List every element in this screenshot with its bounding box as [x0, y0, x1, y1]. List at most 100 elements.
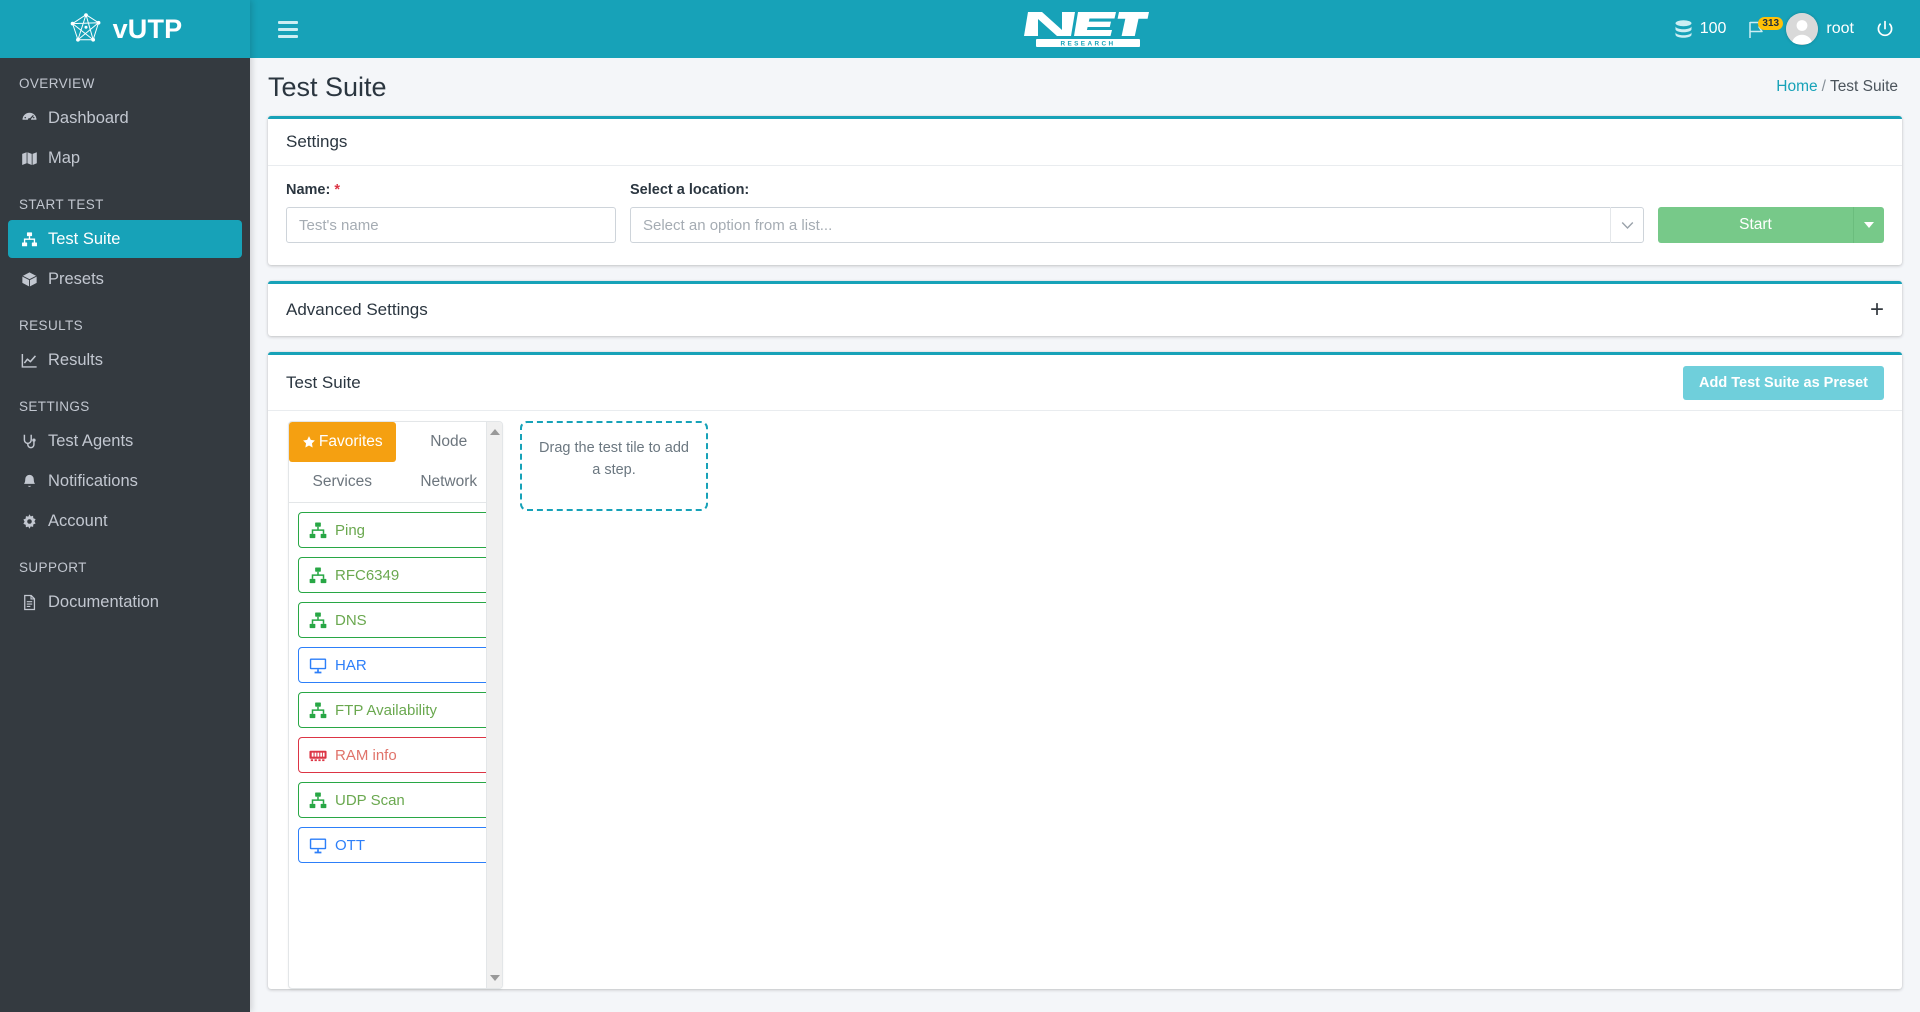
test-tile-dns[interactable]: DNS	[298, 602, 493, 638]
main-content: Test Suite Home / Test Suite Settings Name…	[250, 58, 1920, 1012]
test-tile-label: HAR	[335, 656, 367, 674]
network-graph-icon	[68, 12, 104, 46]
tile-panel-scrollbar[interactable]	[486, 422, 502, 988]
database-icon	[1675, 20, 1692, 38]
sidebar-item-test-suite[interactable]: Test Suite	[8, 220, 242, 258]
caret-down-icon	[1864, 222, 1874, 228]
sidebar-nav: OVERVIEW Dashboard Map START TEST Test Suite…	[0, 58, 250, 621]
sidebar-section-header: RESULTS	[19, 318, 84, 333]
sidebar-item-label: Test Agents	[48, 431, 134, 450]
test-suite-card-header: Test Suite Add Test Suite as Preset	[268, 355, 1902, 411]
test-tile-har[interactable]: HAR	[298, 647, 493, 683]
breadcrumb-home[interactable]: Home	[1776, 78, 1817, 95]
sitemap-icon	[307, 610, 329, 630]
dropzone-text: Drag the test tile to add a step.	[539, 440, 689, 478]
sidebar-item-label: Map	[48, 148, 81, 167]
credits-indicator[interactable]: 100	[1675, 20, 1727, 38]
power-icon	[1876, 20, 1894, 38]
test-tile-ram-info[interactable]: RAM info	[298, 737, 493, 773]
sitemap-icon	[307, 565, 329, 585]
settings-form-row: Name: * Select a location: Select an opt…	[286, 182, 1884, 243]
test-tile-udp-scan[interactable]: UDP Scan	[298, 782, 493, 818]
test-tile-label: OTT	[335, 836, 365, 854]
location-field-group: Select a location: Select an option from…	[630, 182, 1644, 243]
file-text-icon	[19, 592, 39, 612]
sidebar-item-test-agents[interactable]: Test Agents	[8, 422, 242, 460]
star-icon	[302, 435, 316, 449]
user-name: root	[1826, 20, 1854, 37]
plus-icon[interactable]: +	[1870, 298, 1884, 322]
test-tile-label: FTP Availability	[335, 701, 437, 719]
desktop-icon	[307, 655, 329, 675]
dropzone-area: Drag the test tile to add a step.	[503, 421, 1902, 989]
triangle-up-icon[interactable]	[487, 424, 502, 440]
name-label: Name: *	[286, 182, 616, 198]
test-suite-card: Test Suite Add Test Suite as Preset Favo…	[268, 352, 1902, 989]
desktop-icon	[307, 835, 329, 855]
test-tile-label: RAM info	[335, 746, 397, 764]
sidebar-item-results[interactable]: Results	[8, 341, 242, 379]
sidebar-item-label: Presets	[48, 269, 104, 288]
name-input[interactable]	[286, 207, 616, 243]
brand-name: vUTP	[112, 13, 183, 44]
settings-card: Settings Name: * Select a location: Sele…	[268, 116, 1902, 265]
location-select-placeholder: Select an option from a list...	[643, 216, 833, 234]
test-tile-rfc6349[interactable]: RFC6349	[298, 557, 493, 593]
sidebar-item-map[interactable]: Map	[8, 139, 242, 177]
triangle-down-icon[interactable]	[487, 970, 502, 986]
breadcrumb-separator: /	[1821, 78, 1826, 95]
page-header: Test Suite Home / Test Suite	[250, 58, 1920, 116]
start-dropdown-toggle[interactable]	[1853, 207, 1884, 243]
chevron-down-icon[interactable]	[1610, 207, 1644, 243]
settings-card-body: Name: * Select a location: Select an opt…	[268, 166, 1902, 265]
test-step-dropzone[interactable]: Drag the test tile to add a step.	[520, 421, 708, 511]
name-field-group: Name: *	[286, 182, 616, 243]
add-test-suite-as-preset-button[interactable]: Add Test Suite as Preset	[1683, 365, 1884, 400]
start-button[interactable]: Start	[1658, 207, 1853, 243]
required-asterisk: *	[334, 182, 341, 198]
page-title: Test Suite	[268, 71, 387, 102]
test-tile-label: UDP Scan	[335, 791, 405, 809]
sidebar-section-header: SUPPORT	[19, 560, 87, 575]
tab-services[interactable]: Services	[289, 462, 396, 502]
tachometer-icon	[19, 108, 39, 128]
box-icon	[19, 269, 39, 289]
tab-favorites[interactable]: Favorites	[289, 422, 396, 462]
sidebar-section-header: SETTINGS	[19, 399, 90, 414]
test-tile-label: DNS	[335, 611, 367, 629]
sidebar-item-presets[interactable]: Presets	[8, 260, 242, 298]
flag-notifications[interactable]: 313	[1748, 16, 1784, 39]
test-suite-card-title: Test Suite	[286, 372, 361, 392]
sidebar-item-dashboard[interactable]: Dashboard	[8, 99, 242, 137]
brand-logo-link[interactable]: vUTP	[0, 0, 250, 58]
sidebar-item-label: Account	[48, 511, 108, 530]
test-tile-label: Ping	[335, 521, 366, 539]
sitemap-icon	[19, 229, 39, 249]
location-select-wrapper: Select an option from a list...	[630, 207, 1644, 243]
credits-value: 100	[1699, 20, 1727, 37]
sitemap-icon	[307, 700, 329, 720]
test-tile-panel: Favorites Node Services Network Ping RFC6349…	[288, 421, 503, 989]
sidebar-item-label: Notifications	[48, 471, 138, 490]
sidebar-item-notifications[interactable]: Notifications	[8, 462, 242, 500]
sitemap-icon	[307, 520, 329, 540]
chart-line-icon	[19, 350, 39, 370]
advanced-settings-header[interactable]: Advanced Settings +	[268, 284, 1902, 336]
tab-label: Node	[430, 433, 468, 450]
tile-category-tabs: Favorites Node Services Network	[289, 422, 502, 503]
logout-button[interactable]	[1876, 20, 1894, 38]
tab-label: Favorites	[318, 433, 383, 450]
test-tile-ftp-availability[interactable]: FTP Availability	[298, 692, 493, 728]
name-label-text: Name:	[286, 182, 331, 198]
sidebar-item-account[interactable]: Account	[8, 502, 242, 540]
svg-text:RESEARCH: RESEARCH	[1060, 41, 1115, 48]
test-tile-ping[interactable]: Ping	[298, 512, 493, 548]
hamburger-icon[interactable]	[278, 20, 298, 38]
breadcrumb: Home / Test Suite	[1776, 78, 1898, 96]
advanced-settings-title: Advanced Settings	[286, 300, 428, 319]
user-menu[interactable]: root	[1786, 13, 1854, 45]
sidebar-item-documentation[interactable]: Documentation	[8, 583, 242, 621]
test-tile-ott[interactable]: OTT	[298, 827, 493, 863]
sidebar-item-label: Results	[48, 350, 104, 369]
location-select[interactable]: Select an option from a list...	[630, 207, 1644, 243]
